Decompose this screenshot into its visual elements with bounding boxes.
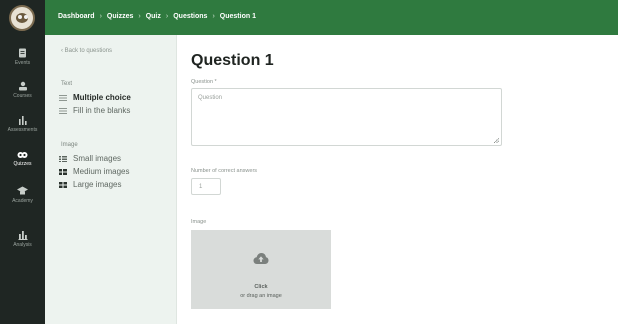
breadcrumb-separator: › [99, 13, 102, 20]
breadcrumb-dashboard[interactable]: Dashboard [58, 13, 95, 20]
breadcrumb-quizzes[interactable]: Quizzes [107, 13, 133, 20]
section-heading-image: Image [61, 142, 78, 148]
question-placeholder: Question [198, 95, 223, 101]
rail-label: Events [14, 60, 31, 66]
section-heading-text: Text [61, 81, 73, 87]
document-icon [19, 48, 26, 58]
breadcrumb-quiz[interactable]: Quiz [146, 13, 161, 20]
breadcrumb: Dashboard › Quizzes › Quiz › Questions › Questio… [58, 13, 256, 20]
app-window: Events Courses Assessments Quizzes Acade… [0, 0, 618, 324]
correct-answers-input[interactable]: 1 [191, 178, 221, 195]
rail-label: Analysis [13, 242, 32, 248]
rail-item-academy[interactable]: Academy [0, 186, 45, 204]
rail-label: Courses [13, 93, 32, 99]
page-title: Question 1 [191, 52, 274, 69]
logo-eye-left [18, 15, 22, 19]
question-type-sidebar: ‹ Back to questions Text Multiple choice… [45, 35, 177, 324]
top-bar: Dashboard › Quizzes › Quiz › Questions › Questio… [45, 0, 618, 35]
back-to-questions-link[interactable]: ‹ Back to questions [61, 48, 112, 54]
option-large-images[interactable]: Large images [59, 180, 121, 189]
rail-item-analysis[interactable]: Analysis [0, 230, 45, 248]
breadcrumb-separator: › [165, 13, 169, 20]
small-grid-icon [59, 155, 67, 162]
list-icon [59, 107, 67, 114]
dropzone-click-text: Click [254, 284, 268, 290]
option-label: Medium images [73, 167, 130, 176]
cloud-upload-icon [253, 253, 269, 264]
image-field-label: Image [191, 219, 207, 225]
breadcrumb-separator: › [138, 13, 141, 20]
rail-item-events[interactable]: Events [0, 48, 45, 66]
dropzone-drag-text: or drag an image [240, 293, 282, 299]
analysis-icon [18, 231, 27, 240]
image-dropzone[interactable]: Click or drag an image [191, 230, 331, 309]
breadcrumb-current: Question 1 [219, 13, 256, 20]
breadcrumb-questions[interactable]: Questions [173, 13, 207, 20]
logo-eye-right [24, 15, 28, 19]
question-textarea[interactable]: Question [191, 88, 502, 146]
quiz-icon [17, 152, 28, 158]
medium-grid-icon [59, 168, 67, 175]
option-medium-images[interactable]: Medium images [59, 167, 129, 176]
rail-label: Academy [12, 198, 33, 204]
option-fill-in-the-blanks[interactable]: Fill in the blanks [59, 106, 130, 115]
app-logo[interactable] [9, 5, 35, 31]
rail-item-quizzes[interactable]: Quizzes [0, 151, 45, 167]
option-small-images[interactable]: Small images [59, 154, 121, 163]
large-grid-icon [59, 181, 67, 188]
list-icon [59, 94, 67, 101]
rail-item-courses[interactable]: Courses [0, 81, 45, 99]
main-nav-rail: Events Courses Assessments Quizzes Acade… [0, 0, 45, 324]
graduation-cap-icon [17, 186, 28, 195]
question-field-label: Question * [191, 79, 217, 85]
correct-answers-value: 1 [199, 184, 203, 190]
courses-icon [18, 81, 27, 91]
rail-label: Quizzes [13, 161, 32, 167]
rail-item-assessments[interactable]: Assessments [0, 115, 45, 133]
resize-grip-icon[interactable] [494, 138, 499, 143]
option-multiple-choice[interactable]: Multiple choice [59, 93, 131, 102]
option-label: Large images [73, 180, 122, 189]
rail-label: Assessments [7, 127, 38, 133]
option-label: Fill in the blanks [73, 106, 131, 115]
option-label: Multiple choice [73, 93, 131, 102]
bar-chart-icon [18, 116, 27, 125]
correct-answers-label: Number of correct answers [191, 168, 258, 174]
option-label: Small images [73, 154, 122, 163]
breadcrumb-separator: › [212, 13, 215, 20]
